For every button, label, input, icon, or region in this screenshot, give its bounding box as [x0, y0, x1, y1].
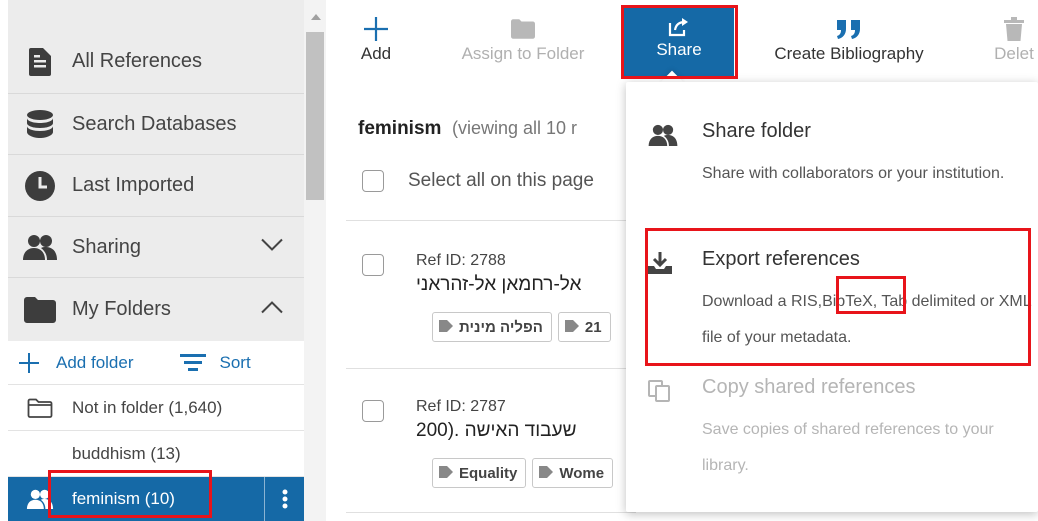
- menu-item-description: Download a RIS,BibTeX, Tab delimited or …: [702, 293, 1032, 346]
- reference-checkbox[interactable]: [362, 254, 384, 276]
- nav-label: Search Databases: [72, 112, 237, 135]
- tag[interactable]: הפליה מינית: [432, 312, 552, 342]
- share-dropdown-menu: Share folder Share with collaborators or…: [626, 82, 1038, 512]
- folder-options-kebab-icon[interactable]: [264, 477, 304, 521]
- tag-icon: [539, 465, 554, 482]
- add-folder-button[interactable]: Add folder: [18, 352, 134, 374]
- divider: [346, 512, 636, 513]
- folder-icon: [511, 14, 535, 44]
- sort-icon: [179, 353, 206, 372]
- tag[interactable]: Equality: [432, 458, 527, 488]
- folder-item-not-in-folder[interactable]: Not in folder (1,640): [8, 385, 304, 431]
- tag[interactable]: Wome: [532, 458, 614, 488]
- nav-search-databases[interactable]: Search Databases: [8, 94, 304, 155]
- menu-item-title: Copy shared references: [702, 376, 916, 398]
- nav-all-references[interactable]: All References: [8, 30, 304, 94]
- share-button[interactable]: Share: [624, 8, 734, 76]
- nav-sharing[interactable]: Sharing: [8, 217, 304, 278]
- tag-icon: [439, 319, 453, 336]
- folder-item-feminism[interactable]: feminism (10): [8, 477, 304, 521]
- users-icon: [648, 124, 678, 151]
- nav-label: All References: [72, 50, 203, 72]
- reference-id: Ref ID: 2788: [416, 252, 506, 269]
- chevron-up-icon[interactable]: [260, 300, 284, 319]
- add-button[interactable]: Add: [352, 14, 400, 80]
- reference-id: Ref ID: 2787: [416, 398, 506, 415]
- page-title: feminism (viewing all 10 r: [358, 118, 577, 140]
- scroll-up-arrow-icon[interactable]: [311, 14, 321, 20]
- copy-icon: [648, 380, 670, 407]
- tag[interactable]: 21: [557, 312, 611, 342]
- tag-icon: [564, 319, 579, 336]
- chevron-down-icon[interactable]: [260, 238, 284, 257]
- tag-list: הפליה מינית 21: [432, 312, 611, 342]
- nav-label: Sharing: [72, 235, 141, 258]
- menu-item-description: Save copies of shared references to your…: [702, 421, 994, 474]
- database-icon: [8, 110, 72, 138]
- shared-folder-icon: [8, 489, 72, 509]
- menu-item-title: Export references: [702, 248, 860, 270]
- trash-icon: [1004, 14, 1024, 44]
- select-all-label: Select all on this page: [408, 170, 594, 191]
- reference-checkbox[interactable]: [362, 400, 384, 422]
- assign-to-folder-button[interactable]: Assign to Folder: [440, 14, 606, 80]
- sort-button[interactable]: Sort: [179, 353, 251, 373]
- menu-item-description: Share with collaborators or your institu…: [702, 165, 1005, 182]
- sidebar-scrollbar-thumb[interactable]: [306, 32, 324, 200]
- sidebar: All References Search Databases Last Imp…: [8, 0, 304, 521]
- tag-list: Equality Wome: [432, 458, 614, 488]
- share-icon: [668, 14, 690, 40]
- plus-icon: [363, 14, 389, 44]
- folder-outline-icon: [8, 398, 72, 418]
- nav-last-imported[interactable]: Last Imported: [8, 155, 304, 217]
- divider: [346, 220, 636, 221]
- folder-item-buddhism[interactable]: buddhism (13): [8, 431, 304, 477]
- folder-actions: Add folder Sort: [8, 341, 304, 385]
- delete-button[interactable]: Delet: [984, 14, 1038, 80]
- nav-label: Last Imported: [72, 174, 195, 196]
- nav-my-folders[interactable]: My Folders: [8, 278, 304, 341]
- users-icon: [8, 234, 72, 260]
- reference-title[interactable]: שעבוד האישה .(200: [416, 420, 576, 442]
- document-icon: [8, 47, 72, 76]
- download-icon: [648, 252, 672, 279]
- menu-item-title: Share folder: [702, 120, 811, 142]
- viewing-count: (viewing all 10 r: [451, 118, 578, 138]
- quote-icon: [835, 14, 863, 44]
- plus-icon: [18, 352, 40, 374]
- reference-title[interactable]: אל-רחמאן אל-זהראני: [416, 274, 581, 296]
- folder-icon: [8, 296, 72, 323]
- tag-icon: [439, 465, 453, 482]
- select-all-row[interactable]: Select all on this page: [362, 170, 594, 192]
- nav-label: My Folders: [72, 298, 171, 320]
- divider: [346, 368, 636, 369]
- select-all-checkbox[interactable]: [362, 170, 384, 192]
- folder-name: feminism: [358, 118, 442, 139]
- bibtex-format: BibTeX: [822, 293, 873, 310]
- clock-icon: [8, 170, 72, 201]
- create-bibliography-button[interactable]: Create Bibliography: [752, 14, 946, 80]
